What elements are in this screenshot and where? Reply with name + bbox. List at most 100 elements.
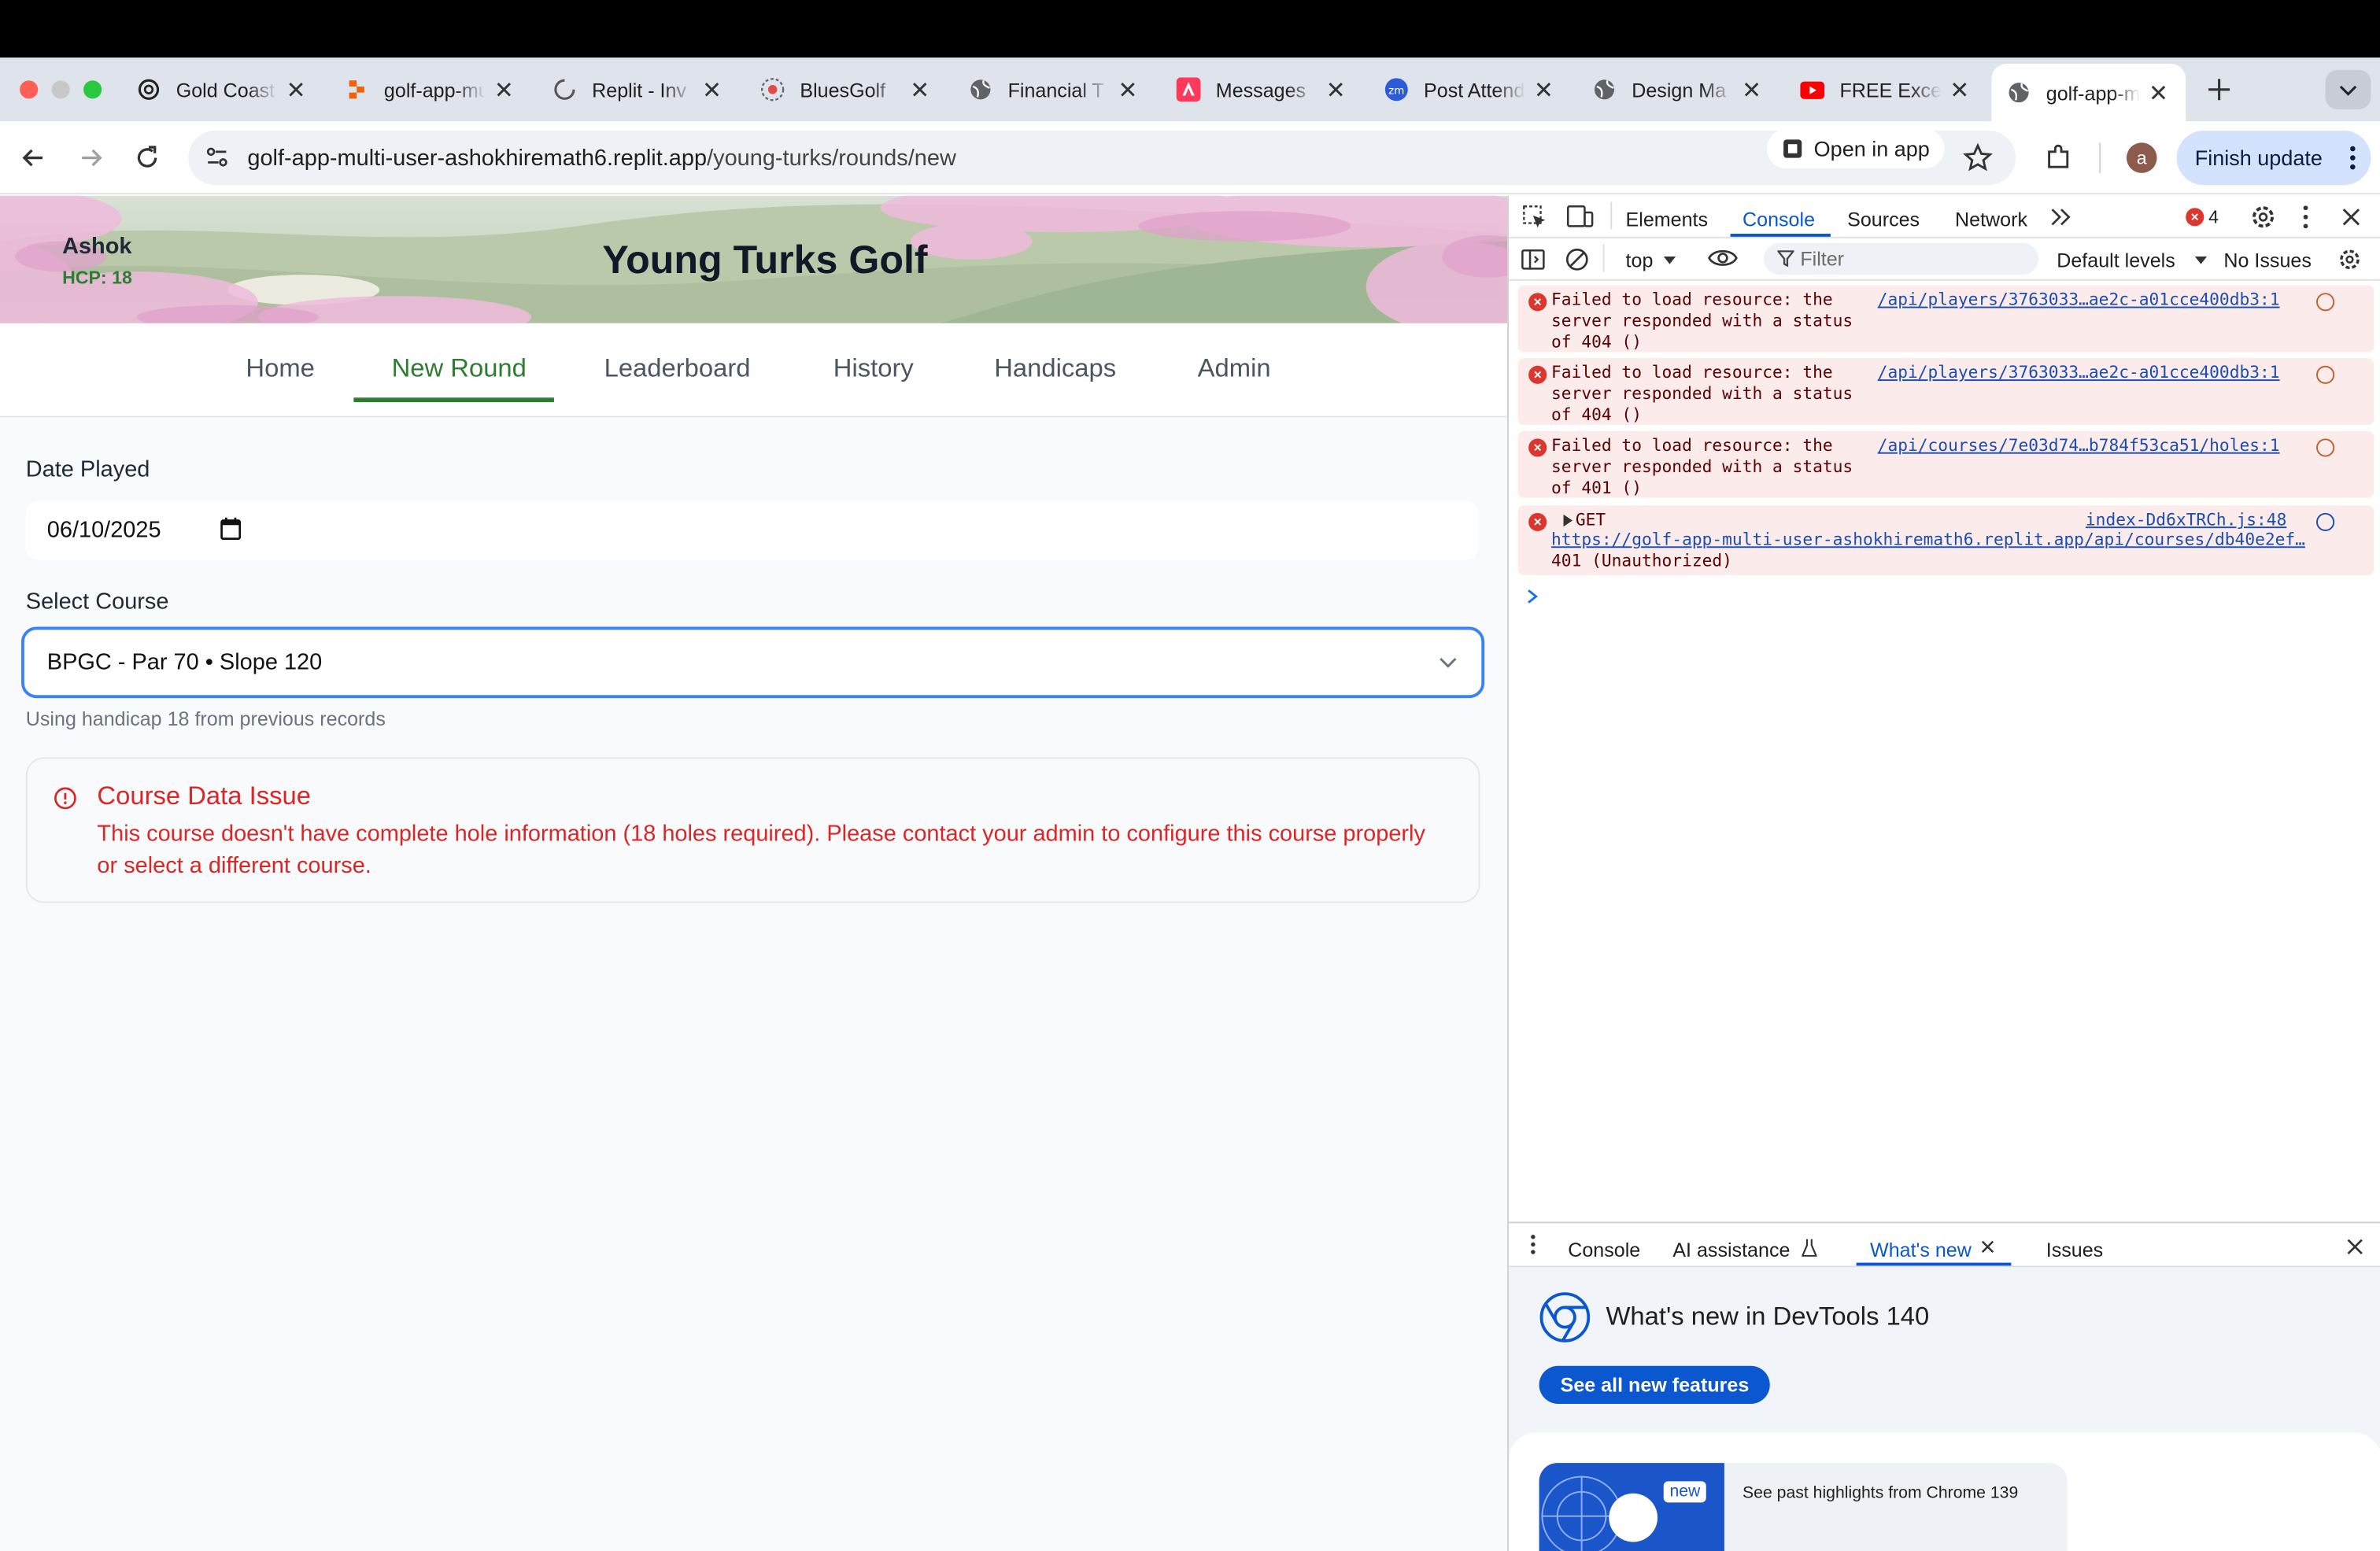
- reload-icon[interactable]: [132, 142, 163, 173]
- date-played-label: Date Played: [25, 456, 150, 483]
- close-tab-icon[interactable]: [1947, 77, 1972, 102]
- log-levels-dropdown[interactable]: Default levels: [2057, 249, 2175, 271]
- browser-tab[interactable]: zm Post Attend: [1369, 64, 1572, 116]
- site-info-icon[interactable]: [203, 144, 231, 172]
- extensions-icon[interactable]: [2043, 142, 2074, 173]
- script-source-link[interactable]: index-Dd6xTRCh.js:48: [2086, 510, 2286, 530]
- url-host: golf-app-multi-user-ashokhiremath6.repli…: [247, 146, 708, 172]
- profile-avatar[interactable]: a: [2126, 142, 2157, 173]
- browser-tab[interactable]: Replit - Inv: [538, 64, 740, 116]
- error-icon: ×: [1528, 365, 1547, 384]
- drawer-menu-icon[interactable]: [1530, 1234, 1536, 1255]
- alert-message: This course doesn't have complete hole i…: [97, 821, 1425, 879]
- error-source-link[interactable]: /api/players/3763033…ae2c-a01cce400db3:1: [1878, 363, 2280, 382]
- nav-history[interactable]: History: [833, 353, 914, 384]
- maximize-window-button[interactable]: [83, 80, 102, 99]
- drawer-tab-console[interactable]: Console: [1568, 1239, 1640, 1261]
- browser-tab[interactable]: FREE Exce: [1785, 64, 1987, 116]
- close-tab-icon[interactable]: [1532, 77, 1556, 102]
- flask-icon: [1802, 1239, 1817, 1257]
- console-filter-input[interactable]: Filter: [1764, 242, 2039, 275]
- browser-tab-active[interactable]: golf-app-m: [1991, 64, 2186, 122]
- devtools-tab-sources[interactable]: Sources: [1847, 208, 1920, 231]
- web-page: Ashok HCP: 18 Young Turks Golf Home New …: [0, 195, 1508, 1551]
- close-tab-icon[interactable]: [492, 77, 516, 102]
- devtools-tab-elements[interactable]: Elements: [1626, 208, 1709, 231]
- ai-explain-icon[interactable]: [2316, 512, 2335, 532]
- browser-tab[interactable]: Financial T: [953, 64, 1155, 116]
- back-icon[interactable]: [18, 142, 49, 173]
- clear-console-icon[interactable]: [1565, 247, 1589, 271]
- highlight-card[interactable]: new See past highlights from Chrome 139: [1539, 1463, 2068, 1551]
- ai-explain-icon[interactable]: [2316, 293, 2335, 312]
- request-url-link[interactable]: https://golf-app-multi-user-ashokhiremat…: [1551, 530, 2341, 549]
- bookmark-star-icon[interactable]: [1963, 142, 1994, 173]
- alert-circle-icon: [54, 786, 78, 811]
- error-source-link[interactable]: /api/courses/7e03d74…b784f53ca51/holes:1: [1878, 436, 2280, 456]
- inspect-element-icon[interactable]: [1522, 205, 1547, 229]
- devtools-menu-icon[interactable]: [2303, 205, 2309, 229]
- browser-tab[interactable]: Messages: [1161, 64, 1363, 116]
- close-drawer-icon[interactable]: [2347, 1239, 2363, 1255]
- course-select[interactable]: BPGC - Par 70 • Slope 120: [21, 626, 1485, 699]
- console-settings-gear-icon[interactable]: [2338, 247, 2362, 271]
- url-text[interactable]: golf-app-multi-user-ashokhiremath6.repli…: [247, 146, 956, 172]
- date-played-input[interactable]: 06/10/2025: [25, 500, 1479, 560]
- drawer-tab-ai-assistance[interactable]: AI assistance: [1672, 1239, 1790, 1261]
- new-tab-button[interactable]: [2204, 75, 2234, 105]
- context-selector[interactable]: top: [1626, 249, 1654, 271]
- device-toolbar-icon[interactable]: [1566, 205, 1594, 229]
- settings-gear-icon[interactable]: [2249, 203, 2277, 231]
- nav-admin[interactable]: Admin: [1198, 353, 1271, 384]
- devtools-tab-console[interactable]: Console: [1743, 208, 1815, 231]
- error-source-link[interactable]: /api/players/3763033…ae2c-a01cce400db3:1: [1878, 290, 2280, 309]
- browser-tab[interactable]: Gold Coast: [121, 64, 323, 116]
- close-devtools-icon[interactable]: [2342, 208, 2360, 226]
- tab-search-button[interactable]: [2325, 69, 2371, 109]
- video-thumbnail[interactable]: new: [1539, 1463, 1724, 1551]
- close-tab-icon[interactable]: [284, 77, 309, 102]
- browser-tab[interactable]: BluesGolf: [745, 64, 948, 116]
- see-all-features-button[interactable]: See all new features: [1539, 1365, 1771, 1404]
- open-in-app-button[interactable]: Open in app: [1766, 128, 1946, 169]
- finish-update-button[interactable]: Finish update: [2176, 130, 2371, 186]
- close-tab-icon[interactable]: [907, 77, 932, 102]
- expand-triangle-icon[interactable]: [1563, 514, 1573, 527]
- close-tab-icon[interactable]: [1981, 1240, 1994, 1254]
- drawer-tab-whats-new[interactable]: What's new: [1870, 1239, 1972, 1261]
- minimize-window-button[interactable]: [51, 80, 70, 99]
- nav-leaderboard[interactable]: Leaderboard: [604, 353, 751, 384]
- close-tab-icon[interactable]: [1116, 77, 1140, 102]
- nav-new-round[interactable]: New Round: [392, 353, 527, 384]
- devtools-tab-network[interactable]: Network: [1955, 208, 2027, 231]
- sidebar-toggle-icon[interactable]: [1521, 247, 1545, 271]
- request-method: GET: [1575, 510, 1606, 530]
- close-window-button[interactable]: [20, 80, 39, 99]
- handicap-note: Using handicap 18 from previous records: [25, 707, 386, 730]
- active-nav-underline: [353, 397, 554, 403]
- forward-icon[interactable]: [76, 142, 106, 173]
- issues-counter[interactable]: No Issues: [2223, 249, 2311, 271]
- browser-tab[interactable]: golf-app-multi: [330, 64, 532, 116]
- ai-explain-icon[interactable]: [2316, 438, 2335, 457]
- drawer-tab-issues[interactable]: Issues: [2046, 1239, 2103, 1261]
- ai-explain-icon[interactable]: [2316, 365, 2335, 384]
- browser-tab[interactable]: Design Ma: [1577, 64, 1779, 116]
- header-banner: Ashok HCP: 18 Young Turks Golf: [0, 195, 1508, 323]
- more-tabs-icon[interactable]: [2051, 208, 2072, 226]
- live-expression-eye-icon[interactable]: [1708, 247, 1739, 268]
- close-tab-icon[interactable]: [1324, 77, 1348, 102]
- profile-initial: a: [2136, 147, 2147, 169]
- close-tab-icon[interactable]: [2146, 80, 2171, 105]
- nav-home[interactable]: Home: [246, 353, 314, 384]
- error-count[interactable]: 4: [2208, 206, 2219, 227]
- console-prompt-icon[interactable]: [1527, 589, 1539, 604]
- close-tab-icon[interactable]: [700, 77, 724, 102]
- nav-handicaps[interactable]: Handicaps: [994, 353, 1116, 384]
- close-tab-icon[interactable]: [1739, 77, 1764, 102]
- error-count-icon[interactable]: ×: [2186, 208, 2204, 227]
- calendar-icon[interactable]: [220, 517, 242, 541]
- youtube-icon: [1800, 77, 1825, 102]
- error-icon: ×: [1528, 293, 1547, 312]
- globe-icon: [2007, 80, 2031, 105]
